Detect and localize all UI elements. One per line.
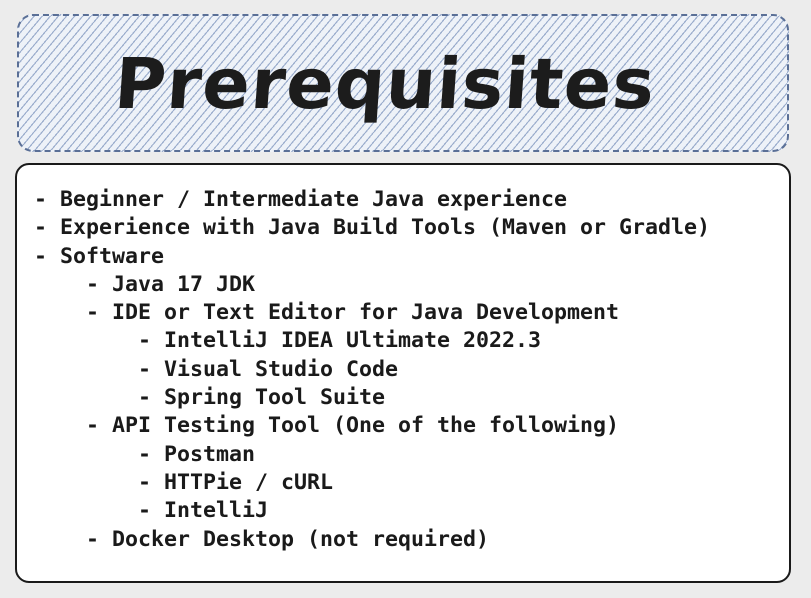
list-item: - Postman (34, 441, 256, 467)
list-item: - Experience with Java Build Tools (Mave… (34, 215, 711, 241)
list-item: - Beginner / Intermediate Java experienc… (34, 187, 568, 212)
list-item: - IntelliJ (34, 498, 269, 524)
title-banner: Prerequisites (17, 14, 789, 152)
list-item: - Docker Desktop (not required) (34, 526, 490, 552)
list-item: - HTTPie / cURL (34, 469, 334, 495)
list-item: - IDE or Text Editor for Java Developmen… (34, 300, 620, 326)
list-item: - IntelliJ IDEA Ultimate 2022.3 (34, 328, 542, 354)
prerequisites-list: - Beginner / Intermediate Java experienc… (34, 186, 710, 554)
page-title: Prerequisites (111, 43, 659, 125)
list-item: - Java 17 JDK (34, 271, 256, 297)
list-item: - Software (34, 243, 165, 269)
list-item: - Spring Tool Suite (34, 385, 386, 411)
list-item: - Visual Studio Code (34, 356, 399, 382)
list-item: - API Testing Tool (One of the following… (34, 413, 620, 439)
